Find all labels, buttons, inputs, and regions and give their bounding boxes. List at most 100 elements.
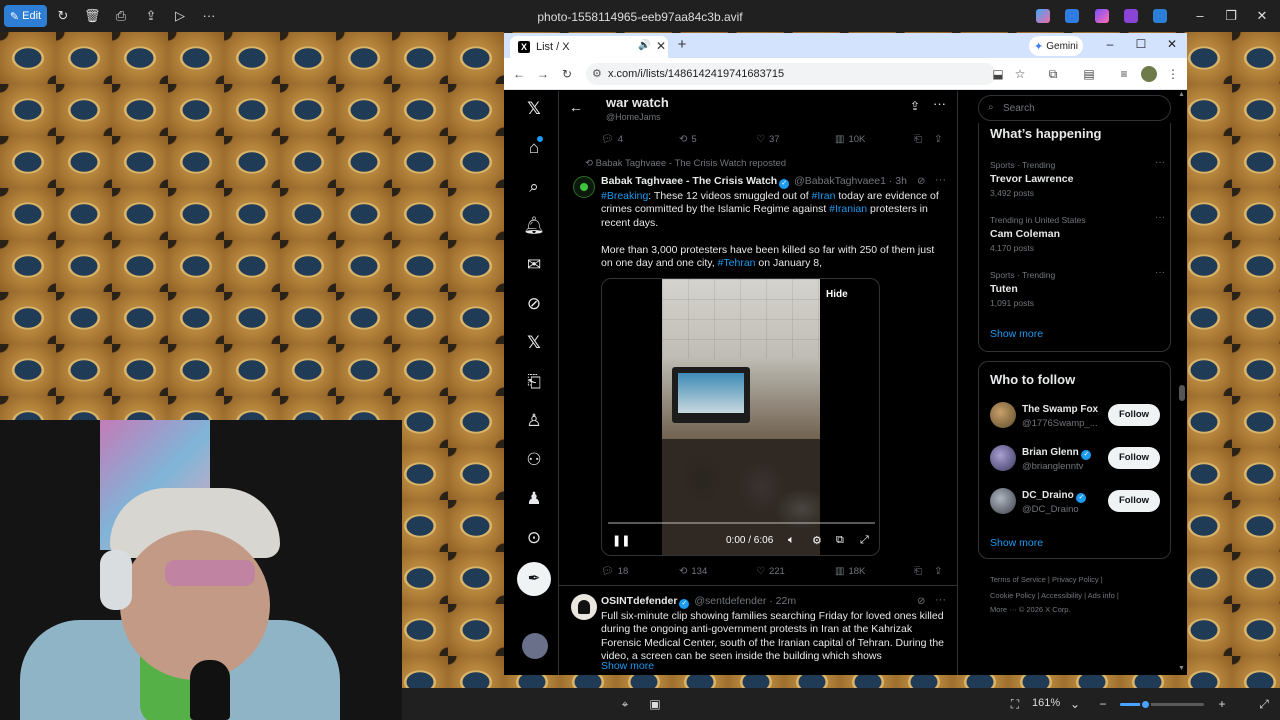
url-field[interactable]: ⚙ x.com/i/lists/1486142419741683715 bbox=[586, 63, 996, 85]
like-action[interactable]: ♡ 221 bbox=[756, 566, 785, 577]
follow-button[interactable]: Follow bbox=[1108, 447, 1160, 469]
close-icon[interactable]: ✕ bbox=[1254, 8, 1270, 24]
extensions-icon[interactable]: ⧉ bbox=[1046, 67, 1060, 81]
page-scrollbar[interactable]: ▲ ▼ bbox=[1177, 91, 1187, 675]
hashtag-link[interactable]: #Iran bbox=[812, 190, 836, 202]
gemini-button[interactable]: ✦ Gemini bbox=[1029, 36, 1083, 56]
fullscreen-icon[interactable]: ⤢ bbox=[860, 534, 869, 547]
pip-icon[interactable]: ⧉ bbox=[836, 534, 844, 547]
zoom-out-icon[interactable]: − bbox=[1096, 697, 1110, 711]
compose-post-button[interactable]: ✒ bbox=[517, 562, 551, 596]
share-action[interactable]: ⇪ bbox=[934, 566, 942, 577]
hashtag-link[interactable]: #Breaking bbox=[601, 190, 648, 202]
reply-action[interactable]: 💬︎ 18 bbox=[601, 566, 628, 577]
site-info-icon[interactable]: ⚙ bbox=[592, 67, 602, 80]
suggestion-avatar[interactable] bbox=[990, 488, 1016, 514]
scroll-up-icon[interactable]: ▲ bbox=[1178, 91, 1185, 98]
clipchamp-app-icon[interactable] bbox=[1095, 9, 1109, 23]
explore-icon[interactable]: ⌕ bbox=[523, 176, 545, 198]
author-name[interactable]: Babak Taghvaee - The Crisis Watch bbox=[601, 175, 777, 187]
media-controls-icon[interactable]: ≡ bbox=[1117, 67, 1131, 81]
notifications-icon[interactable]: 🔔︎ bbox=[523, 215, 545, 237]
home-icon[interactable]: ⌂ bbox=[523, 136, 545, 159]
browser-maximize-icon[interactable]: ☐ bbox=[1133, 37, 1149, 51]
reply-action[interactable]: 💬︎ 4 bbox=[601, 134, 623, 145]
trend-item[interactable]: Sports · Trending Tuten 1,091 posts ··· bbox=[990, 267, 1165, 308]
grok-post-icon[interactable]: ⊘ bbox=[917, 176, 925, 187]
browser-menu-icon[interactable]: ⋮ bbox=[1166, 67, 1180, 81]
copilot-app-icon[interactable] bbox=[1036, 9, 1050, 23]
suggestion-name[interactable]: DC_Draino ✓ bbox=[1022, 490, 1087, 503]
install-icon[interactable]: ⬓ bbox=[991, 67, 1005, 81]
trend-more-icon[interactable]: ··· bbox=[1155, 212, 1165, 223]
follow-button[interactable]: Follow bbox=[1108, 404, 1160, 426]
footer-links[interactable]: Terms of Service | Privacy Policy | bbox=[990, 575, 1103, 584]
author-handle[interactable]: @BabakTaghvaee1 bbox=[794, 175, 886, 187]
bookmark-star-icon[interactable]: ☆ bbox=[1013, 67, 1027, 81]
like-action[interactable]: ♡ 37 bbox=[756, 134, 780, 145]
author-name[interactable]: OSINTdefender bbox=[601, 595, 677, 607]
bookmark-action[interactable]: ⎗ bbox=[914, 134, 922, 145]
author-avatar[interactable] bbox=[571, 594, 597, 620]
author-handle[interactable]: @sentdefender bbox=[694, 595, 766, 607]
views-action[interactable]: ▥ 18K bbox=[835, 566, 865, 577]
repost-action[interactable]: ⟲ 134 bbox=[679, 566, 707, 577]
hide-button[interactable]: Hide bbox=[826, 289, 848, 300]
premium-icon[interactable]: 𝕏 bbox=[523, 332, 545, 354]
trend-more-icon[interactable]: ··· bbox=[1155, 267, 1165, 278]
x-logo-icon[interactable]: 𝕏 bbox=[523, 98, 545, 120]
communities-icon[interactable]: ⚇ bbox=[523, 449, 545, 471]
suggestion-name[interactable]: The Swamp Fox bbox=[1022, 404, 1098, 415]
show-more-link[interactable]: Show more bbox=[601, 660, 654, 672]
post-time[interactable]: · 3h bbox=[889, 175, 907, 187]
new-tab-icon[interactable]: + bbox=[674, 36, 690, 53]
zoom-level[interactable]: 161% bbox=[1032, 697, 1060, 709]
zoom-slider-thumb[interactable] bbox=[1140, 699, 1152, 710]
designer-app-icon[interactable] bbox=[1065, 9, 1079, 23]
repost-action[interactable]: ⟲ 5 bbox=[679, 134, 697, 145]
video-progress-bar[interactable] bbox=[608, 522, 875, 524]
bookmark-action[interactable]: ⎗ bbox=[914, 566, 922, 577]
expand-icon[interactable]: ⤢ bbox=[1257, 697, 1271, 711]
zoom-slider[interactable] bbox=[1120, 699, 1204, 710]
pause-icon[interactable]: ❚❚ bbox=[612, 534, 630, 547]
grok-icon[interactable]: ⊘ bbox=[523, 293, 545, 315]
footer-links[interactable]: Cookie Policy | Accessibility | Ads info… bbox=[990, 591, 1119, 600]
scroll-down-icon[interactable]: ▼ bbox=[1178, 665, 1185, 672]
reading-list-icon[interactable]: ▤ bbox=[1082, 67, 1096, 81]
forward-icon[interactable]: → bbox=[535, 67, 551, 81]
tab-close-icon[interactable]: ✕ bbox=[656, 39, 666, 53]
post-time[interactable]: · 22m bbox=[769, 595, 796, 607]
text-scan-icon[interactable]: ▣ bbox=[648, 697, 662, 711]
zoom-in-icon[interactable]: + bbox=[1215, 697, 1229, 711]
trend-more-icon[interactable]: ··· bbox=[1155, 157, 1165, 168]
back-icon[interactable]: ← bbox=[511, 67, 527, 81]
more-options-icon[interactable]: ⊙ bbox=[523, 527, 545, 549]
reload-icon[interactable]: ↻ bbox=[559, 67, 575, 81]
follow-button[interactable]: Follow bbox=[1108, 490, 1160, 512]
speaker-icon[interactable]: 🔊 bbox=[638, 40, 650, 51]
post-more-icon[interactable]: ··· bbox=[935, 594, 946, 606]
share-action[interactable]: ⇪ bbox=[934, 134, 942, 145]
trend-item[interactable]: Sports · Trending Trevor Lawrence 3,492 … bbox=[990, 157, 1165, 198]
views-action[interactable]: ▥ 10K bbox=[835, 134, 865, 145]
cloud-app-icon[interactable] bbox=[1153, 9, 1167, 23]
restore-icon[interactable]: ❐ bbox=[1223, 8, 1239, 24]
hashtag-link[interactable]: #Tehran bbox=[718, 257, 756, 269]
settings-icon[interactable]: ⚙ bbox=[812, 534, 822, 547]
messages-icon[interactable]: ✉ bbox=[523, 254, 545, 276]
list-more-icon[interactable]: ··· bbox=[933, 96, 946, 111]
scroll-thumb[interactable] bbox=[1179, 385, 1185, 401]
grok-post-icon[interactable]: ⊘ bbox=[917, 596, 925, 607]
volume-icon[interactable]: 🔈︎ bbox=[788, 534, 795, 547]
fit-icon[interactable]: ⛶ bbox=[1008, 697, 1022, 711]
browser-minimize-icon[interactable]: – bbox=[1102, 37, 1118, 51]
minimize-icon[interactable]: – bbox=[1192, 8, 1208, 23]
jobs-icon[interactable]: ♙ bbox=[523, 410, 545, 432]
search-input[interactable]: ⌕ Search bbox=[978, 95, 1171, 121]
footer-links[interactable]: More ··· © 2026 X Corp. bbox=[990, 605, 1071, 614]
show-more-trends[interactable]: Show more bbox=[990, 328, 1043, 340]
tab-list-x[interactable]: X List / X 🔊 ✕ bbox=[510, 36, 668, 58]
profile-avatar[interactable] bbox=[1141, 66, 1157, 82]
visual-search-icon[interactable]: ⌖ bbox=[618, 697, 632, 711]
